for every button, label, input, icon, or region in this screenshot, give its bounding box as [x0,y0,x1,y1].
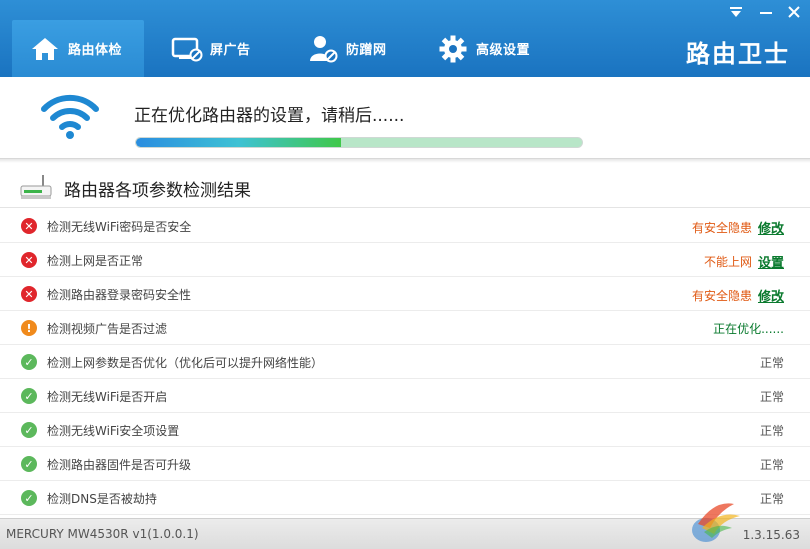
results-title: 路由器各项参数检测结果 [64,181,251,201]
check-item-row: ✕ 检测路由器登录密码安全性 有安全隐患 修改 [0,277,810,311]
app-version-text: 1.3.15.63 [742,528,800,542]
home-icon [28,32,62,66]
check-item-label: 检测路由器固件是否可升级 [47,458,192,472]
normal-text: 正常 [759,424,784,438]
tab-block-ads[interactable]: 屏广告 [160,20,278,77]
close-icon [788,5,800,21]
close-button[interactable] [782,4,806,22]
check-item-label: 检测无线WiFi是否开启 [47,390,168,404]
screen-block-icon [170,32,204,66]
watermark-logo [684,494,744,546]
progress-bar-fill [136,138,342,147]
warning-icon: ! [21,320,37,336]
check-item-row: ✓ 检测路由器固件是否可升级 正常 [0,447,810,481]
check-item-result: 正常 [760,490,784,507]
gear-icon [436,32,470,66]
check-item-row: ✓ 检测无线WiFi是否开启 正常 [0,379,810,413]
tab-label: 高级设置 [476,43,531,58]
check-item-result: 正常 [760,456,784,473]
in-progress-text: 正在优化...... [713,322,784,336]
tab-label: 屏广告 [210,43,251,58]
fix-link[interactable]: 设置 [758,252,784,271]
menu-dropdown-button[interactable] [724,4,748,22]
issue-text: 有安全隐患 [691,289,752,303]
check-item-result: 有安全隐患 修改 [692,286,784,305]
check-item-label: 检测无线WiFi密码是否安全 [47,220,192,234]
normal-text: 正常 [759,390,784,404]
normal-text: 正常 [759,458,784,472]
check-item-row: ✓ 检测上网参数是否优化（优化后可以提升网络性能） 正常 [0,345,810,379]
optimization-progress-bar [135,137,583,148]
check-item-label: 检测上网是否正常 [47,254,144,268]
check-item-result: 不能上网 设置 [704,252,784,271]
check-item-row: ✓ 检测无线WiFi安全项设置 正常 [0,413,810,447]
check-item-label: 检测DNS是否被劫持 [47,492,157,506]
router-model-text: MERCURY MW4530R v1(1.0.0.1) [6,527,199,541]
app-brand-title: 路由卫士 [686,40,790,68]
issue-text: 有安全隐患 [691,221,752,235]
error-icon: ✕ [21,218,37,234]
minimize-icon [760,12,772,14]
check-item-result: 有安全隐患 修改 [692,218,784,237]
tab-anti-leech[interactable]: 防蹭网 [296,20,414,77]
issue-text: 不能上网 [703,255,752,269]
optimization-progress-panel: 正在优化路由器的设置，请稍后...... [0,77,810,159]
check-icon: ✓ [21,388,37,404]
minimize-button[interactable] [754,4,778,22]
check-icon: ✓ [21,354,37,370]
router-icon [20,172,52,202]
wifi-icon [40,93,100,141]
chevron-down-icon [729,6,743,21]
results-header: 路由器各项参数检测结果 [0,166,810,208]
divider [0,159,810,163]
tab-router-checkup[interactable]: 路由体检 [12,20,144,77]
header-bar: 路由体检 屏广告 防蹭网 高级设置 路由卫士 [0,0,810,77]
error-icon: ✕ [21,252,37,268]
check-item-label: 检测路由器登录密码安全性 [47,288,192,302]
check-item-label: 检测无线WiFi安全项设置 [47,424,180,438]
check-icon: ✓ [21,422,37,438]
check-icon: ✓ [21,456,37,472]
check-item-label: 检测视频广告是否过滤 [47,322,168,336]
check-item-result: 正常 [760,388,784,405]
optimization-status-text: 正在优化路由器的设置，请稍后...... [134,106,405,126]
check-item-result: 正在优化...... [713,320,784,337]
user-block-icon [306,32,340,66]
check-item-result: 正常 [760,354,784,371]
check-item-result: 正常 [760,422,784,439]
check-item-label: 检测上网参数是否优化（优化后可以提升网络性能） [47,356,324,370]
fix-link[interactable]: 修改 [758,286,784,305]
check-item-row: ✕ 检测无线WiFi密码是否安全 有安全隐患 修改 [0,209,810,243]
normal-text: 正常 [759,356,784,370]
tab-advanced-settings[interactable]: 高级设置 [428,20,568,77]
fix-link[interactable]: 修改 [758,218,784,237]
check-icon: ✓ [21,490,37,506]
error-icon: ✕ [21,286,37,302]
normal-text: 正常 [759,492,784,506]
results-list: ✕ 检测无线WiFi密码是否安全 有安全隐患 修改 ✕ 检测上网是否正常 不能上网 设置 ✕ 检测… [0,209,810,515]
check-item-row: ✕ 检测上网是否正常 不能上网 设置 [0,243,810,277]
tab-label: 防蹭网 [346,43,387,58]
tab-label: 路由体检 [68,43,123,58]
check-item-row: ! 检测视频广告是否过滤 正在优化...... [0,311,810,345]
